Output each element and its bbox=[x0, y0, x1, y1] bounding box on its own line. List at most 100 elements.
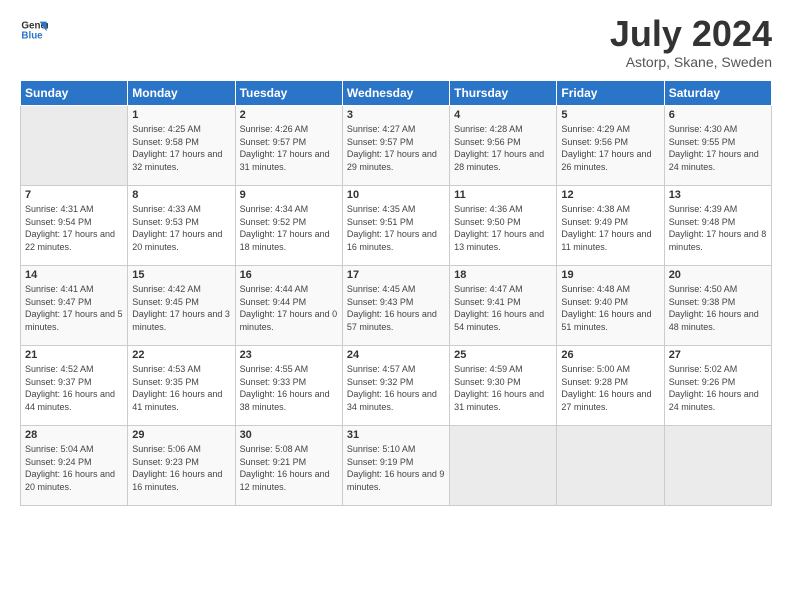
day-cell: 12 Sunrise: 4:38 AM Sunset: 9:49 PM Dayli… bbox=[557, 186, 664, 266]
day-info: Sunrise: 4:39 AM Sunset: 9:48 PM Dayligh… bbox=[669, 203, 767, 253]
day-cell: 7 Sunrise: 4:31 AM Sunset: 9:54 PM Daylig… bbox=[21, 186, 128, 266]
day-cell: 29Sunrise: 5:06 AM Sunset: 9:23 PM Dayli… bbox=[128, 426, 235, 506]
day-number: 11 bbox=[454, 189, 552, 201]
day-info: Sunrise: 4:31 AM Sunset: 9:54 PM Dayligh… bbox=[25, 203, 123, 253]
logo: General Blue bbox=[20, 16, 48, 44]
day-number: 22 bbox=[132, 349, 230, 361]
day-cell: 27Sunrise: 5:02 AM Sunset: 9:26 PM Dayli… bbox=[664, 346, 771, 426]
day-info: Sunrise: 4:29 AM Sunset: 9:56 PM Dayligh… bbox=[561, 123, 659, 173]
day-number: 8 bbox=[132, 189, 230, 201]
day-cell: 14 Sunrise: 4:41 AM Sunset: 9:47 PM Dayli… bbox=[21, 266, 128, 346]
header-friday: Friday bbox=[557, 81, 664, 106]
day-info: Sunrise: 5:02 AM Sunset: 9:26 PM Dayligh… bbox=[669, 363, 767, 413]
days-header-row: Sunday Monday Tuesday Wednesday Thursday… bbox=[21, 81, 772, 106]
day-cell: 10 Sunrise: 4:35 AM Sunset: 9:51 PM Dayli… bbox=[342, 186, 449, 266]
day-info: Sunrise: 4:47 AM Sunset: 9:41 PM Dayligh… bbox=[454, 283, 552, 333]
day-cell: 25Sunrise: 4:59 AM Sunset: 9:30 PM Dayli… bbox=[450, 346, 557, 426]
day-number: 30 bbox=[240, 429, 338, 441]
day-number: 5 bbox=[561, 109, 659, 121]
day-number: 14 bbox=[25, 269, 123, 281]
day-cell: 21 Sunrise: 4:52 AM Sunset: 9:37 PM Dayli… bbox=[21, 346, 128, 426]
day-cell: 5 Sunrise: 4:29 AM Sunset: 9:56 PM Daylig… bbox=[557, 106, 664, 186]
week-row-3: 14 Sunrise: 4:41 AM Sunset: 9:47 PM Dayli… bbox=[21, 266, 772, 346]
day-cell: 18 Sunrise: 4:47 AM Sunset: 9:41 PM Dayli… bbox=[450, 266, 557, 346]
day-info: Sunrise: 4:52 AM Sunset: 9:37 PM Dayligh… bbox=[25, 363, 123, 413]
logo-icon: General Blue bbox=[20, 16, 48, 44]
day-cell: 3Sunrise: 4:27 AM Sunset: 9:57 PM Daylig… bbox=[342, 106, 449, 186]
day-number: 2 bbox=[240, 109, 338, 121]
day-cell: 1 Sunrise: 4:25 AM Sunset: 9:58 PM Daylig… bbox=[128, 106, 235, 186]
day-info: Sunrise: 4:41 AM Sunset: 9:47 PM Dayligh… bbox=[25, 283, 123, 333]
day-cell: 30Sunrise: 5:08 AM Sunset: 9:21 PM Dayli… bbox=[235, 426, 342, 506]
day-number: 10 bbox=[347, 189, 445, 201]
day-cell: 11Sunrise: 4:36 AM Sunset: 9:50 PM Dayli… bbox=[450, 186, 557, 266]
day-info: Sunrise: 4:38 AM Sunset: 9:49 PM Dayligh… bbox=[561, 203, 659, 253]
day-cell: 9 Sunrise: 4:34 AM Sunset: 9:52 PM Daylig… bbox=[235, 186, 342, 266]
day-number: 31 bbox=[347, 429, 445, 441]
week-row-5: 28 Sunrise: 5:04 AM Sunset: 9:24 PM Dayli… bbox=[21, 426, 772, 506]
day-info: Sunrise: 4:48 AM Sunset: 9:40 PM Dayligh… bbox=[561, 283, 659, 333]
day-number: 3 bbox=[347, 109, 445, 121]
day-info: Sunrise: 4:35 AM Sunset: 9:51 PM Dayligh… bbox=[347, 203, 445, 253]
day-number: 4 bbox=[454, 109, 552, 121]
header-wednesday: Wednesday bbox=[342, 81, 449, 106]
header-tuesday: Tuesday bbox=[235, 81, 342, 106]
day-number: 6 bbox=[669, 109, 767, 121]
day-number: 1 bbox=[132, 109, 230, 121]
day-cell: 28 Sunrise: 5:04 AM Sunset: 9:24 PM Dayli… bbox=[21, 426, 128, 506]
day-cell: 6 Sunrise: 4:30 AM Sunset: 9:55 PM Daylig… bbox=[664, 106, 771, 186]
day-number: 7 bbox=[25, 189, 123, 201]
day-cell bbox=[450, 426, 557, 506]
week-row-4: 21 Sunrise: 4:52 AM Sunset: 9:37 PM Dayli… bbox=[21, 346, 772, 426]
day-number: 15 bbox=[132, 269, 230, 281]
day-number: 19 bbox=[561, 269, 659, 281]
day-number: 21 bbox=[25, 349, 123, 361]
day-number: 23 bbox=[240, 349, 338, 361]
calendar-table: Sunday Monday Tuesday Wednesday Thursday… bbox=[20, 80, 772, 506]
day-cell: 15Sunrise: 4:42 AM Sunset: 9:45 PM Dayli… bbox=[128, 266, 235, 346]
day-info: Sunrise: 4:44 AM Sunset: 9:44 PM Dayligh… bbox=[240, 283, 338, 333]
day-number: 12 bbox=[561, 189, 659, 201]
day-cell: 16 Sunrise: 4:44 AM Sunset: 9:44 PM Dayli… bbox=[235, 266, 342, 346]
day-info: Sunrise: 4:55 AM Sunset: 9:33 PM Dayligh… bbox=[240, 363, 338, 413]
week-row-2: 7 Sunrise: 4:31 AM Sunset: 9:54 PM Daylig… bbox=[21, 186, 772, 266]
day-cell: 23 Sunrise: 4:55 AM Sunset: 9:33 PM Dayli… bbox=[235, 346, 342, 426]
day-info: Sunrise: 4:34 AM Sunset: 9:52 PM Dayligh… bbox=[240, 203, 338, 253]
day-cell: 31Sunrise: 5:10 AM Sunset: 9:19 PM Dayli… bbox=[342, 426, 449, 506]
calendar-page: General Blue July 2024 Astorp, Skane, Sw… bbox=[0, 0, 792, 612]
day-cell bbox=[557, 426, 664, 506]
day-number: 28 bbox=[25, 429, 123, 441]
day-cell bbox=[21, 106, 128, 186]
day-cell: 17 Sunrise: 4:45 AM Sunset: 9:43 PM Dayli… bbox=[342, 266, 449, 346]
title-block: July 2024 Astorp, Skane, Sweden bbox=[610, 16, 772, 70]
day-number: 16 bbox=[240, 269, 338, 281]
day-number: 13 bbox=[669, 189, 767, 201]
header-monday: Monday bbox=[128, 81, 235, 106]
day-info: Sunrise: 4:53 AM Sunset: 9:35 PM Dayligh… bbox=[132, 363, 230, 413]
day-info: Sunrise: 5:04 AM Sunset: 9:24 PM Dayligh… bbox=[25, 443, 123, 493]
day-info: Sunrise: 4:25 AM Sunset: 9:58 PM Dayligh… bbox=[132, 123, 230, 173]
day-number: 26 bbox=[561, 349, 659, 361]
day-number: 20 bbox=[669, 269, 767, 281]
day-info: Sunrise: 5:06 AM Sunset: 9:23 PM Dayligh… bbox=[132, 443, 230, 493]
day-cell: 26 Sunrise: 5:00 AM Sunset: 9:28 PM Dayli… bbox=[557, 346, 664, 426]
day-cell: 13 Sunrise: 4:39 AM Sunset: 9:48 PM Dayli… bbox=[664, 186, 771, 266]
header-saturday: Saturday bbox=[664, 81, 771, 106]
week-row-1: 1 Sunrise: 4:25 AM Sunset: 9:58 PM Daylig… bbox=[21, 106, 772, 186]
day-info: Sunrise: 4:30 AM Sunset: 9:55 PM Dayligh… bbox=[669, 123, 767, 173]
month-title: July 2024 bbox=[610, 16, 772, 52]
day-cell: 20Sunrise: 4:50 AM Sunset: 9:38 PM Dayli… bbox=[664, 266, 771, 346]
day-info: Sunrise: 5:00 AM Sunset: 9:28 PM Dayligh… bbox=[561, 363, 659, 413]
header-sunday: Sunday bbox=[21, 81, 128, 106]
day-cell: 19 Sunrise: 4:48 AM Sunset: 9:40 PM Dayli… bbox=[557, 266, 664, 346]
day-cell: 24Sunrise: 4:57 AM Sunset: 9:32 PM Dayli… bbox=[342, 346, 449, 426]
day-number: 18 bbox=[454, 269, 552, 281]
day-cell bbox=[664, 426, 771, 506]
day-number: 17 bbox=[347, 269, 445, 281]
day-number: 24 bbox=[347, 349, 445, 361]
day-info: Sunrise: 4:45 AM Sunset: 9:43 PM Dayligh… bbox=[347, 283, 445, 333]
day-number: 9 bbox=[240, 189, 338, 201]
day-cell: 4 Sunrise: 4:28 AM Sunset: 9:56 PM Daylig… bbox=[450, 106, 557, 186]
day-info: Sunrise: 4:28 AM Sunset: 9:56 PM Dayligh… bbox=[454, 123, 552, 173]
svg-text:Blue: Blue bbox=[21, 30, 43, 41]
